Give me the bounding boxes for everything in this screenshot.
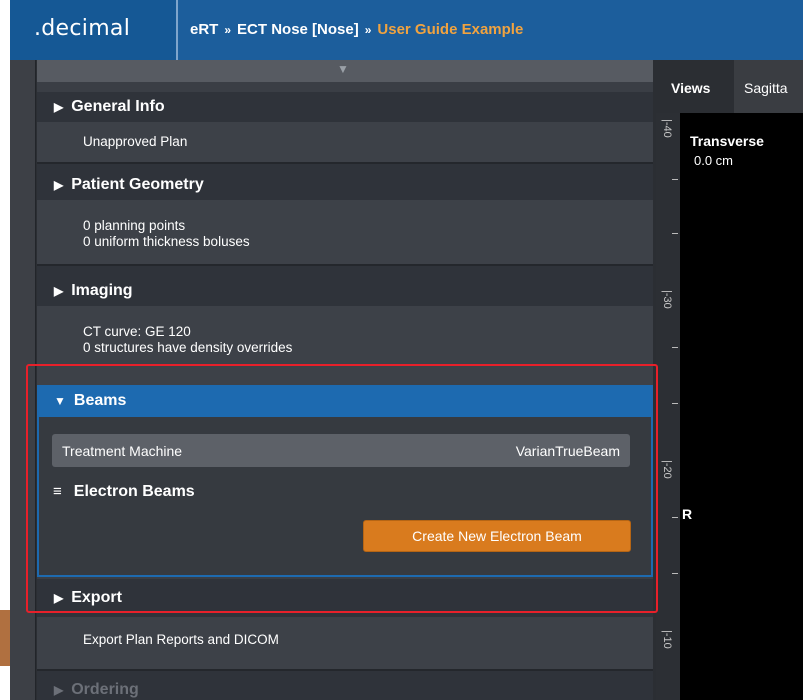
tab-sagittal[interactable]: Sagitta bbox=[734, 60, 788, 113]
section-title: Patient Geometry bbox=[71, 176, 204, 193]
section-general-info[interactable]: ▶ General Info bbox=[37, 92, 653, 122]
tab-views[interactable]: Views bbox=[656, 60, 734, 113]
expand-triangle-icon: ▶ bbox=[54, 591, 64, 605]
section-patient-geometry[interactable]: ▶ Patient Geometry bbox=[37, 164, 653, 200]
summary-line: 0 uniform thickness boluses bbox=[83, 234, 250, 249]
plan-accordion-panel: ▼ ▶ General Info Unapproved Plan ▶ Patient… bbox=[37, 60, 653, 700]
create-new-electron-beam-button[interactable]: Create New Electron Beam bbox=[363, 520, 631, 552]
summary-line: CT curve: GE 120 bbox=[83, 324, 191, 339]
vertical-ruler: |-40 |-30 |-20 |-10 bbox=[656, 113, 680, 700]
view-title: Transverse bbox=[690, 133, 764, 149]
treatment-machine-row[interactable]: Treatment Machine VarianTrueBeam bbox=[52, 434, 630, 467]
ruler-tick bbox=[672, 403, 678, 404]
imaging-summary: CT curve: GE 120 0 structures have densi… bbox=[37, 306, 653, 385]
app-header: .decimal eRT » ECT Nose [Nose] » User Guide … bbox=[10, 0, 803, 60]
panel-collapse-bar[interactable]: ▼ bbox=[37, 60, 653, 82]
expand-triangle-icon: ▶ bbox=[54, 683, 64, 697]
section-export[interactable]: ▶ Export bbox=[37, 579, 653, 617]
expand-triangle-icon: ▶ bbox=[54, 100, 64, 114]
section-title: Beams bbox=[73, 392, 127, 409]
transverse-view-canvas[interactable]: |-40 |-30 |-20 |-10 Transverse 0.0 cm R bbox=[656, 113, 803, 700]
ruler-label: |-30 bbox=[661, 290, 673, 309]
export-summary: Export Plan Reports and DICOM bbox=[37, 617, 653, 669]
breadcrumb-item-plan[interactable]: User Guide Example bbox=[377, 21, 523, 38]
section-title: Export bbox=[71, 589, 122, 606]
expand-triangle-icon: ▶ bbox=[54, 178, 64, 192]
ruler-tick bbox=[672, 517, 678, 518]
ruler-tick bbox=[672, 347, 678, 348]
section-imaging[interactable]: ▶ Imaging bbox=[37, 266, 653, 306]
ruler-tick bbox=[672, 573, 678, 574]
breadcrumb: eRT » ECT Nose [Nose] » User Guide Example bbox=[176, 0, 523, 60]
summary-line: Unapproved Plan bbox=[83, 134, 188, 149]
section-title: General Info bbox=[71, 98, 165, 115]
beams-content: Treatment Machine VarianTrueBeam ≡ Electr… bbox=[37, 417, 653, 577]
breadcrumb-item-case[interactable]: ECT Nose [Nose] bbox=[237, 21, 359, 38]
section-title: Imaging bbox=[71, 282, 133, 299]
expand-triangle-icon: ▶ bbox=[54, 284, 64, 298]
breadcrumb-item-ert[interactable]: eRT bbox=[190, 21, 218, 38]
viewer-tab-bar: Views Sagitta bbox=[656, 60, 803, 113]
collapse-triangle-icon: ▼ bbox=[54, 394, 66, 408]
ruler-label: |-40 bbox=[661, 119, 673, 138]
electron-beams-heading: ≡ Electron Beams bbox=[53, 483, 195, 501]
ruler-label: |-10 bbox=[661, 630, 673, 649]
slice-depth: 0.0 cm bbox=[694, 153, 734, 168]
section-title: Ordering bbox=[71, 681, 139, 698]
summary-line: 0 planning points bbox=[83, 218, 186, 233]
summary-line: 0 structures have density overrides bbox=[83, 340, 293, 355]
breadcrumb-separator: » bbox=[224, 23, 232, 37]
treatment-machine-label: Treatment Machine bbox=[62, 443, 183, 459]
section-beams[interactable]: ▼ Beams bbox=[37, 385, 653, 417]
summary-line: Export Plan Reports and DICOM bbox=[83, 632, 279, 647]
breadcrumb-separator: » bbox=[364, 23, 372, 37]
ruler-tick bbox=[672, 233, 678, 234]
orientation-marker: R bbox=[682, 506, 693, 522]
treatment-machine-value: VarianTrueBeam bbox=[515, 443, 620, 459]
left-sidebar-strip bbox=[10, 60, 36, 700]
app-logo: .decimal bbox=[10, 0, 176, 60]
collapse-arrow-icon[interactable]: ▼ bbox=[337, 62, 349, 76]
application-window: .decimal eRT » ECT Nose [Nose] » User Guide … bbox=[10, 0, 803, 700]
ruler-tick bbox=[672, 179, 678, 180]
ruler-label: |-20 bbox=[661, 460, 673, 479]
side-accent-mark bbox=[0, 610, 10, 666]
electron-beams-title: Electron Beams bbox=[73, 483, 195, 500]
general-info-summary: Unapproved Plan bbox=[37, 122, 653, 162]
list-menu-icon[interactable]: ≡ bbox=[53, 483, 62, 500]
patient-geometry-summary: 0 planning points 0 uniform thickness bo… bbox=[37, 200, 653, 264]
section-ordering: ▶ Ordering bbox=[37, 671, 653, 700]
